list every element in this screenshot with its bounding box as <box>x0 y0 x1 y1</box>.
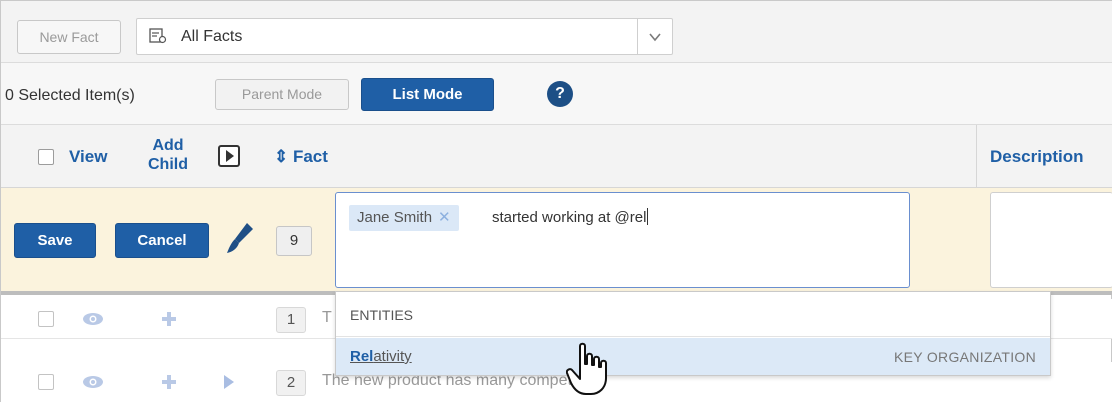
dropdown-section-header: ENTITIES <box>336 292 1050 337</box>
eye-icon[interactable] <box>82 375 104 389</box>
expand-icon[interactable] <box>223 374 235 390</box>
eye-icon[interactable] <box>82 312 104 326</box>
mention-autocomplete: ENTITIES Relativity KEY ORGANIZATION <box>335 291 1051 376</box>
entity-category: KEY ORGANIZATION <box>894 349 1036 365</box>
entity-name-match: Rel <box>350 348 374 365</box>
column-fact[interactable]: ⇕ Fact <box>274 147 328 167</box>
dropdown-item[interactable]: Relativity KEY ORGANIZATION <box>336 338 1050 375</box>
table-header: View Add Child ⇕ Fact Description <box>1 125 1112 188</box>
view-list-icon <box>149 28 167 44</box>
column-divider <box>976 125 977 188</box>
entity-name[interactable]: Relativity <box>350 348 412 365</box>
divider <box>637 19 638 54</box>
hand-cursor-icon <box>566 342 607 395</box>
mention-pill-label: Jane Smith <box>357 209 433 226</box>
list-mode-button[interactable]: List Mode <box>361 78 494 111</box>
row-number: 2 <box>276 370 306 396</box>
paintbrush-icon[interactable] <box>225 221 255 257</box>
mention-pill: Jane Smith ✕ <box>349 205 459 231</box>
play-icon[interactable] <box>218 145 240 167</box>
add-child-line1: Add <box>152 137 184 154</box>
row-checkbox[interactable] <box>38 374 54 390</box>
description-input[interactable] <box>990 192 1112 288</box>
chevron-down-icon[interactable] <box>647 30 663 44</box>
view-selector-label: All Facts <box>181 28 243 45</box>
edit-row: Save Cancel 9 Jane Smith ✕ started workin… <box>1 188 1112 295</box>
facts-panel: New Fact All Facts 0 Selected Item(s) Pa… <box>0 0 1112 402</box>
save-button[interactable]: Save <box>14 223 96 258</box>
entity-name-rest: ativity <box>373 348 412 365</box>
add-child-line2: Child <box>148 156 188 173</box>
column-description[interactable]: Description <box>990 147 1084 167</box>
typed-text: started working at @rel <box>492 208 649 226</box>
cancel-button[interactable]: Cancel <box>115 223 209 258</box>
toolbar: New Fact All Facts <box>1 1 1112 63</box>
text-caret <box>647 208 649 225</box>
parent-mode-button[interactable]: Parent Mode <box>215 79 349 110</box>
selection-bar: 0 Selected Item(s) Parent Mode List Mode… <box>1 63 1112 125</box>
row-checkbox[interactable] <box>38 311 54 327</box>
new-fact-button[interactable]: New Fact <box>17 20 121 54</box>
select-all-checkbox[interactable] <box>38 149 54 165</box>
column-view[interactable]: View <box>69 147 107 167</box>
selected-count: 0 Selected Item(s) <box>5 87 135 104</box>
fact-text: T <box>322 309 332 326</box>
column-add-child[interactable]: Add Child <box>138 136 198 174</box>
section-label: ENTITIES <box>350 307 414 323</box>
plus-icon[interactable] <box>161 311 177 327</box>
help-icon[interactable]: ? <box>547 81 573 107</box>
view-selector[interactable]: All Facts <box>136 18 673 55</box>
row-number: 1 <box>276 307 306 333</box>
remove-mention-icon[interactable]: ✕ <box>438 209 451 226</box>
typed-text-value: started working at @rel <box>492 209 647 226</box>
fact-text-input[interactable]: Jane Smith ✕ started working at @rel <box>335 192 910 288</box>
plus-icon[interactable] <box>161 374 177 390</box>
row-number: 9 <box>276 226 312 256</box>
